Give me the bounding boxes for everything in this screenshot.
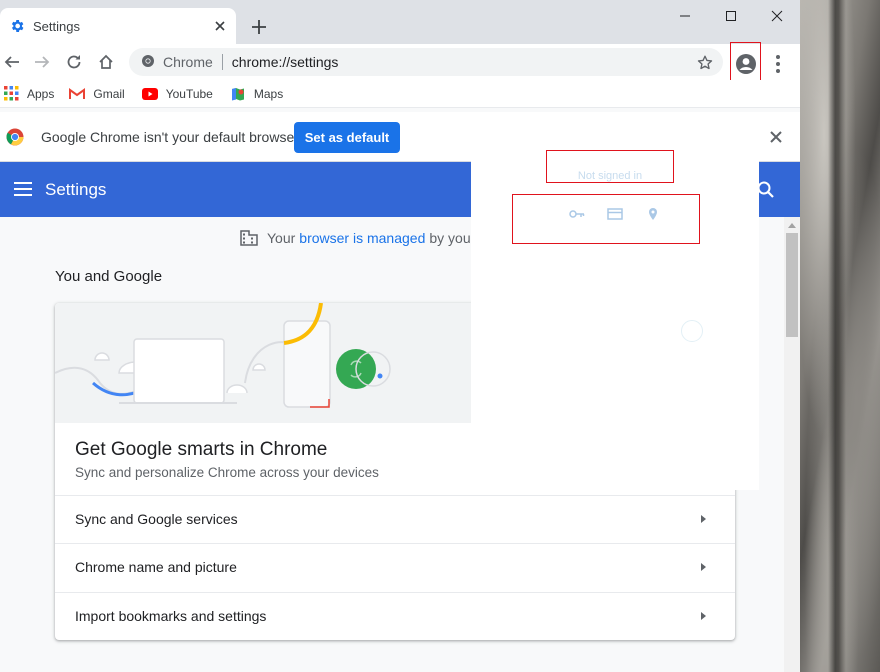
building-icon [240,230,258,246]
chrome-name-and-picture-row[interactable]: Chrome name and picture [55,543,735,591]
bookmark-star-icon[interactable] [696,54,714,72]
new-tab-button[interactable] [248,16,270,38]
loading-spinner-icon [681,320,703,342]
profile-highlight-outline [730,42,761,83]
profile-actions-row [512,194,700,244]
chrome-menu-button[interactable] [770,52,786,76]
tab-strip: Settings [0,0,800,44]
maps-icon [230,86,246,102]
signin-status-text: Not signed in [577,170,643,182]
toolbar: Chrome chrome://settings [0,44,800,80]
chevron-right-icon [701,612,706,620]
gear-icon [9,18,25,34]
sync-and-google-services-row[interactable]: Sync and Google services [55,495,735,543]
menu-dot [776,62,780,66]
forward-button[interactable] [30,50,54,74]
managed-notice: Your browser is managed by your [240,230,475,246]
address-bar[interactable]: Chrome chrome://settings [129,48,723,76]
window-close-button[interactable] [754,4,800,28]
infobar-message: Google Chrome isn't your default browser [41,129,299,145]
site-chip-label: Chrome [163,54,213,70]
bookmark-label: Apps [27,86,55,101]
signin-status-box: Not signed in [546,150,674,183]
card-title: Get Google smarts in Chrome [75,439,328,460]
chrome-window: Settings Chrome chrome://settings Apps G… [0,0,800,672]
apps-grid-icon [3,86,19,102]
back-button[interactable] [0,50,24,74]
bookmark-maps[interactable]: Maps [230,80,283,108]
scroll-up-arrow-icon[interactable] [788,223,796,228]
hamburger-line [14,182,32,184]
card-subtitle: Sync and personalize Chrome across your … [75,465,379,480]
browser-managed-link[interactable]: browser is managed [299,230,425,246]
row-label: Sync and Google services [75,511,238,527]
chrome-logo-icon [6,128,24,146]
infobar-close-icon[interactable] [767,128,785,146]
tab-title: Settings [33,18,80,34]
hamburger-line [14,188,32,190]
chevron-right-icon [701,563,706,571]
menu-dot [776,55,780,59]
tab-close-icon[interactable] [212,18,228,34]
youtube-icon [141,86,158,102]
managed-suffix: by your [429,230,476,246]
menu-dot [776,69,780,73]
bookmark-label: Gmail [93,86,125,101]
key-icon[interactable] [569,207,585,221]
profile-menu-popup: Not signed in [471,112,759,490]
reload-button[interactable] [62,50,86,74]
set-as-default-button[interactable]: Set as default [294,122,400,153]
scrollbar-thumb[interactable] [786,233,798,337]
location-pin-icon[interactable] [645,207,661,221]
bookmark-gmail[interactable]: Gmail [69,80,125,108]
tab-settings[interactable]: Settings [0,8,236,44]
hamburger-menu-icon[interactable] [14,182,32,196]
bookmark-youtube[interactable]: YouTube [141,80,213,108]
gmail-icon [69,86,86,102]
page-scrollbar[interactable] [784,217,800,672]
row-label: Import bookmarks and settings [75,608,267,624]
section-title: You and Google [55,268,163,285]
credit-card-icon[interactable] [607,207,623,221]
bookmark-apps[interactable]: Apps [3,80,54,108]
row-label: Chrome name and picture [75,559,237,575]
desktop-background [800,0,880,672]
chevron-right-icon [701,515,706,523]
import-bookmarks-row[interactable]: Import bookmarks and settings [55,592,735,640]
bookmark-label: YouTube [165,86,213,101]
minimize-button[interactable] [662,4,708,28]
hamburger-line [14,194,32,196]
bookmark-label: Maps [253,86,284,101]
address-separator [221,54,223,70]
url-text[interactable]: chrome://settings [232,54,339,70]
managed-prefix: Your [267,230,296,246]
bookmarks-bar: Apps Gmail YouTube Maps [0,80,800,108]
search-icon[interactable] [756,180,776,200]
page-title: Settings [45,180,107,199]
chrome-site-icon [141,54,155,71]
home-button[interactable] [94,50,118,74]
maximize-button[interactable] [708,4,754,28]
